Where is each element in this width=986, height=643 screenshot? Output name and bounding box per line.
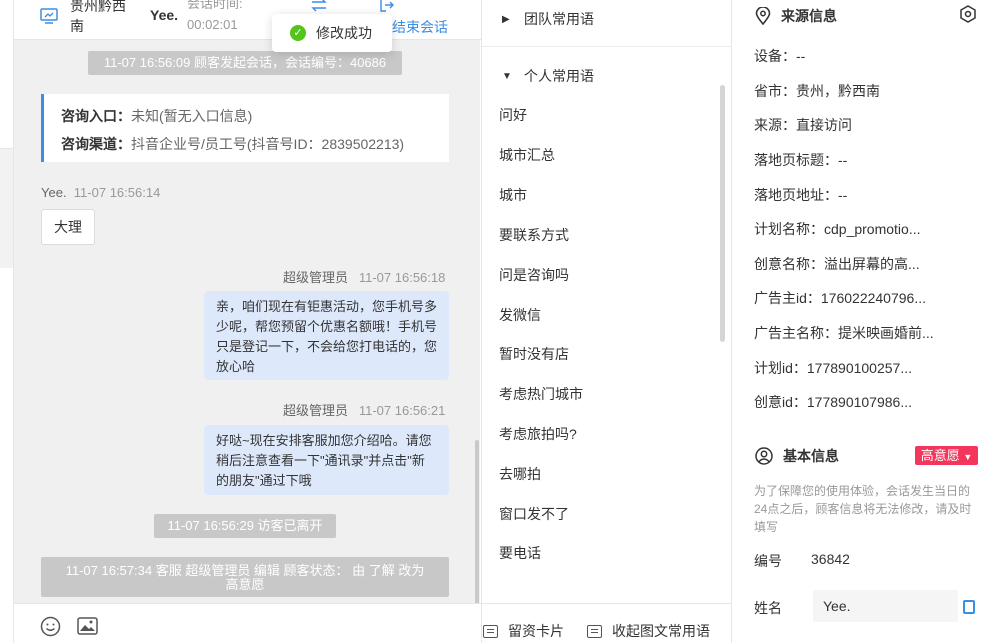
transfer-icon[interactable]	[310, 0, 328, 12]
end-session-icon[interactable]	[380, 0, 394, 12]
edit-notice: 为了保障您的使用体验，会话发生当日的24点之后，顾客信息将无法修改，请及时填写	[754, 484, 972, 534]
phrase-item[interactable]: 要电话	[499, 543, 541, 563]
chat-header: 贵州黔西南 Yee. 会话时间: 00:02:01 结束会话	[14, 0, 481, 40]
caret-down-icon: ▼	[963, 452, 973, 462]
consult-entry: 咨询入口：未知(暂无入口信息)	[61, 108, 253, 124]
agent-message: 亲，咱们现在有钜惠活动，您手机号多少呢，帮您预留个优惠名额哦！手机号只是登记一下…	[204, 291, 449, 380]
name-input[interactable]: Yee.	[813, 590, 958, 622]
source-row: 计划名称：cdp_promotio...	[754, 221, 921, 237]
image-icon[interactable]	[77, 617, 98, 635]
collapse-phrases-button[interactable]: 收起图文常用语	[587, 621, 710, 641]
location-pin-icon	[755, 7, 771, 25]
phrase-item[interactable]: 发微信	[499, 305, 541, 325]
phrases-panel: ▶ 团队常用语 ▼ 个人常用语 问好 城市汇总 城市 要联系方式 问是咨询吗 发…	[481, 0, 732, 643]
message-icon	[587, 624, 602, 638]
phrase-item[interactable]: 去哪拍	[499, 464, 541, 484]
emoji-icon[interactable]	[40, 616, 61, 637]
phrases-scrollbar[interactable]	[720, 85, 725, 342]
phrase-item[interactable]: 问是咨询吗	[499, 265, 569, 285]
left-strip	[0, 0, 13, 643]
end-session-button[interactable]: 结束会话	[392, 17, 448, 37]
chat-panel: 贵州黔西南 Yee. 会话时间: 00:02:01 结束会话 11-07 16:…	[13, 0, 481, 643]
session-time-label: 会话时间:	[187, 0, 243, 11]
consult-channel: 咨询渠道：抖音企业号/员工号(抖音号ID：2839502213)	[61, 136, 405, 152]
phrase-item[interactable]: 考虑热门城市	[499, 384, 583, 404]
system-message-start: 11-07 16:56:09 顾客发起会话，会话编号：40686	[88, 51, 402, 75]
copy-icon[interactable]	[963, 600, 975, 614]
phrases-footer: 留资卡片 收起图文常用语	[482, 603, 731, 643]
phrase-item[interactable]: 城市	[499, 185, 527, 205]
lead-card-button[interactable]: 留资卡片	[483, 621, 564, 641]
phrase-item[interactable]: 窗口发不了	[499, 504, 569, 524]
customer-location: 贵州黔西南	[70, 0, 126, 34]
user-circle-icon	[755, 447, 773, 465]
source-row: 广告主名称：提米映画婚前...	[754, 325, 934, 341]
success-toast: ✓ 修改成功	[272, 14, 392, 52]
phrase-item[interactable]: 城市汇总	[499, 145, 555, 165]
customer-message: 大理	[41, 209, 95, 245]
message-meta: Yee. 11-07 16:56:14	[41, 185, 161, 200]
source-row: 广告主id：176022240796...	[754, 290, 926, 306]
source-row: 来源：直接访问	[754, 117, 852, 133]
left-strip-selected	[0, 148, 13, 268]
check-icon: ✓	[290, 25, 306, 41]
monitor-icon	[40, 8, 58, 24]
message-meta: 超级管理员 11-07 16:56:18	[283, 270, 446, 285]
system-message-edit: 11-07 16:57:34 客服 超级管理员 编辑 顾客状态： 由 了解 改为…	[41, 557, 449, 597]
id-value: 36842	[811, 551, 850, 567]
caret-right-icon: ▶	[502, 13, 510, 25]
status-badge-dropdown[interactable]: 高意愿 ▼	[915, 446, 978, 465]
source-row: 创意名称：溢出屏幕的高...	[754, 256, 920, 272]
source-row: 省市：贵州，黔西南	[754, 83, 880, 99]
basic-info-title: 基本信息	[755, 446, 839, 466]
message-meta: 超级管理员 11-07 16:56:21	[283, 403, 446, 418]
session-time: 00:02:01	[187, 17, 238, 32]
system-message-left: 11-07 16:56:29 访客已离开	[154, 514, 336, 538]
source-row: 落地页标题：--	[754, 152, 848, 168]
id-label: 编号	[754, 553, 782, 569]
card-icon	[483, 624, 498, 638]
caret-down-icon: ▼	[502, 70, 512, 82]
chat-scrollbar[interactable]	[475, 440, 479, 605]
phrase-item[interactable]: 要联系方式	[499, 225, 569, 245]
name-label: 姓名	[754, 600, 782, 616]
agent-message: 好哒~现在安排客服加您介绍哈。请您稍后注意查看一下"通讯录"并点击"新的朋友"通…	[204, 425, 449, 495]
settings-icon[interactable]	[959, 5, 977, 23]
group-personal-phrases[interactable]: ▼ 个人常用语	[502, 66, 594, 86]
customer-info-panel: 来源信息 设备：-- 省市：贵州，黔西南 来源：直接访问 落地页标题：-- 落地…	[733, 0, 986, 643]
group-team-phrases[interactable]: ▶ 团队常用语	[502, 9, 594, 29]
divider	[482, 46, 731, 47]
source-row: 落地页地址：--	[754, 187, 848, 203]
consult-info-card: 咨询入口：未知(暂无入口信息) 咨询渠道：抖音企业号/员工号(抖音号ID：283…	[41, 94, 449, 162]
customer-name: Yee.	[150, 7, 179, 23]
source-info-title: 来源信息	[755, 6, 837, 26]
toast-text: 修改成功	[316, 25, 372, 41]
phrase-item[interactable]: 考虑旅拍吗?	[499, 424, 577, 444]
source-row: 计划id：177890100257...	[754, 360, 912, 376]
source-row: 设备：--	[754, 48, 806, 64]
phrase-item[interactable]: 暂时没有店	[499, 344, 569, 364]
chat-toolbar	[14, 603, 481, 643]
phrase-item[interactable]: 问好	[499, 105, 527, 125]
source-row: 创意id：177890107986...	[754, 394, 912, 410]
